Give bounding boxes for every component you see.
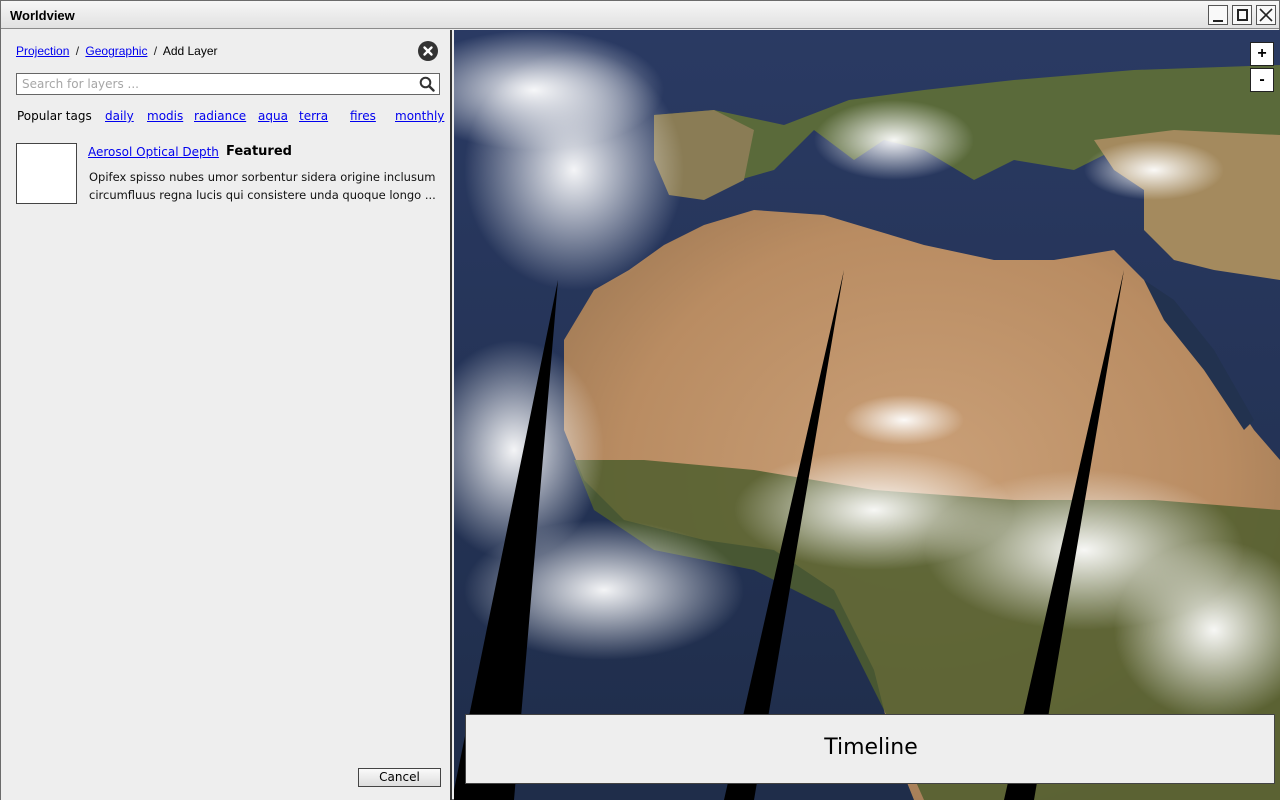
breadcrumb-projection-link[interactable]: Projection: [16, 44, 69, 58]
title-bar: Worldview: [1, 1, 1279, 29]
layer-name-link[interactable]: Aerosol Optical Depth: [88, 145, 219, 159]
breadcrumb: Projection / Geographic / Add Layer: [16, 44, 218, 58]
breadcrumb-separator: /: [75, 44, 80, 58]
breadcrumb-separator: /: [153, 44, 158, 58]
minimize-button[interactable]: [1208, 5, 1228, 25]
tag-monthly[interactable]: monthly: [395, 109, 444, 123]
cancel-button[interactable]: Cancel: [358, 768, 441, 787]
tag-aqua[interactable]: aqua: [258, 109, 288, 123]
tag-terra[interactable]: terra: [299, 109, 328, 123]
popular-tags: Popular tags daily modis radiance aqua t…: [17, 109, 444, 125]
featured-badge: Featured: [226, 144, 292, 159]
zoom-out-button[interactable]: -: [1250, 68, 1274, 92]
maximize-button[interactable]: [1232, 5, 1252, 25]
search-input[interactable]: [17, 74, 413, 94]
tag-fires[interactable]: fires: [350, 109, 376, 123]
tag-modis[interactable]: modis: [147, 109, 183, 123]
window-title: Worldview: [10, 8, 75, 23]
breadcrumb-current: Add Layer: [162, 44, 218, 58]
close-window-button[interactable]: [1256, 5, 1276, 25]
search-box: [16, 73, 440, 95]
timeline-label: Timeline: [824, 735, 918, 760]
layer-result-item: Aerosol Optical Depth Featured Opifex sp…: [16, 143, 441, 205]
popular-tags-label: Popular tags: [17, 109, 92, 123]
close-icon: [423, 46, 433, 56]
layer-thumbnail: [16, 143, 77, 204]
maximize-icon: [1237, 9, 1248, 21]
tag-radiance[interactable]: radiance: [194, 109, 246, 123]
zoom-in-button[interactable]: +: [1250, 42, 1274, 66]
add-layer-panel: Projection / Geographic / Add Layer Popu…: [1, 30, 452, 800]
minimize-icon: [1213, 20, 1223, 22]
close-panel-button[interactable]: [418, 41, 438, 61]
app-window: Worldview Projection / Geographic / Add …: [0, 0, 1280, 800]
map-view[interactable]: + - Timeline: [454, 30, 1280, 800]
breadcrumb-geographic-link[interactable]: Geographic: [85, 44, 147, 58]
tag-daily[interactable]: daily: [105, 109, 134, 123]
search-icon[interactable]: [419, 76, 435, 92]
layer-description: Opifex spisso nubes umor sorbentur sider…: [89, 170, 436, 202]
satellite-imagery: [454, 30, 1280, 800]
close-icon: [1259, 8, 1273, 22]
timeline-panel[interactable]: Timeline: [465, 714, 1275, 784]
